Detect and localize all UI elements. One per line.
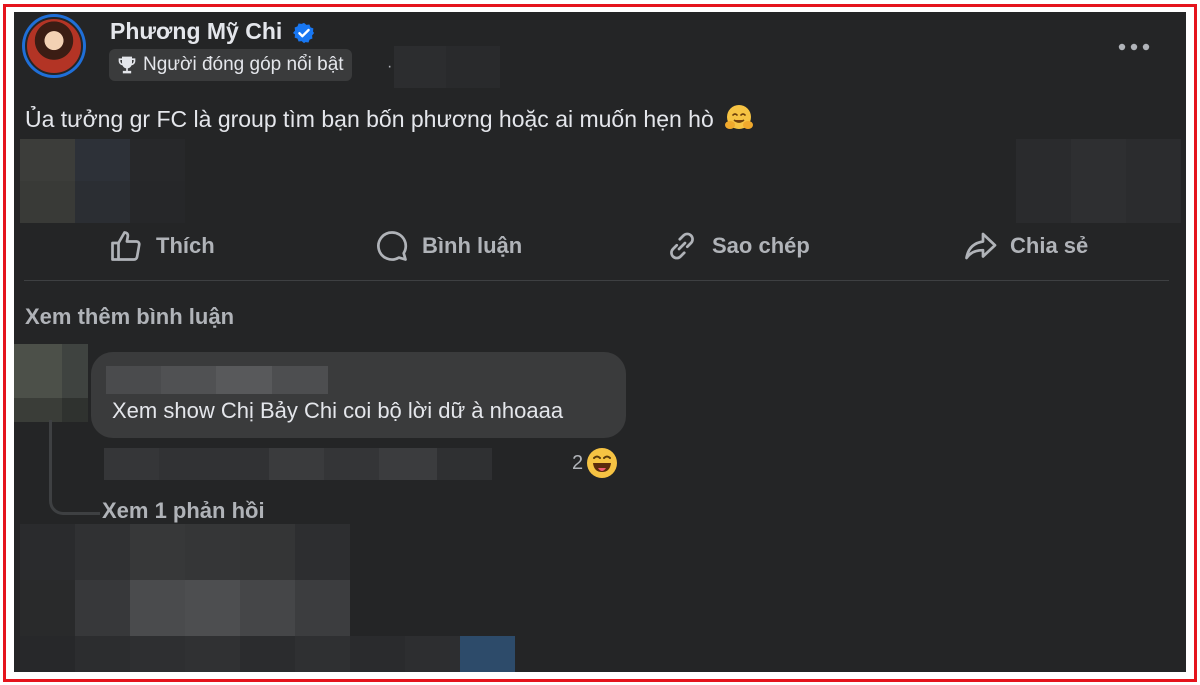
grinning-tongue-emoji xyxy=(587,448,618,478)
copy-link-button[interactable]: Sao chép xyxy=(664,226,810,266)
comment-button[interactable]: Bình luận xyxy=(374,226,522,266)
share-label: Chia sẻ xyxy=(1010,233,1089,258)
comment-bubble: Xem show Chị Bảy Chi coi bộ lời dữ à nho… xyxy=(91,352,626,438)
author-name[interactable]: Phương Mỹ Chi xyxy=(110,18,282,45)
comment-icon xyxy=(377,231,408,261)
badge-label: Người đóng góp nổi bật xyxy=(143,54,344,75)
censored-comment-meta xyxy=(104,448,492,480)
post-text-content: Ủa tưởng gr FC là group tìm bạn bốn phươ… xyxy=(25,106,714,132)
comment-label: Bình luận xyxy=(422,233,523,258)
censored-timestamp xyxy=(394,46,500,88)
author-avatar[interactable] xyxy=(22,14,86,78)
censored-reactions-right xyxy=(1016,139,1181,223)
copy-link-icon xyxy=(670,232,694,260)
meta-separator: · xyxy=(387,58,393,75)
view-more-comments-link[interactable]: Xem thêm bình luận xyxy=(25,304,234,330)
verified-icon xyxy=(293,22,315,44)
like-icon xyxy=(111,231,141,261)
comment-reaction[interactable]: 2 xyxy=(572,446,619,480)
like-label: Thích xyxy=(156,233,215,258)
more-icon xyxy=(1118,43,1150,51)
hugging-face-emoji xyxy=(725,105,754,129)
post-text: Ủa tưởng gr FC là group tìm bạn bốn phươ… xyxy=(25,103,754,133)
reply-thread-line xyxy=(49,420,100,515)
like-button[interactable]: Thích xyxy=(108,226,215,266)
trophy-icon xyxy=(118,56,136,74)
reaction-count: 2 xyxy=(572,451,584,474)
censored-reactions-left xyxy=(20,139,185,223)
facebook-post: Phương Mỹ Chi Người đóng góp nổi bật · Ủ… xyxy=(14,12,1186,672)
commenter-avatar[interactable] xyxy=(14,344,88,422)
top-contributor-badge[interactable]: Người đóng góp nổi bật xyxy=(109,49,352,81)
share-button[interactable]: Chia sẻ xyxy=(962,226,1088,266)
view-replies-link[interactable]: Xem 1 phản hồi xyxy=(102,498,265,524)
comment-text: Xem show Chị Bảy Chi coi bộ lời dữ à nho… xyxy=(112,398,564,423)
share-icon xyxy=(965,232,997,260)
censored-reply-area xyxy=(20,524,520,672)
censored-commenter-name[interactable] xyxy=(106,366,328,394)
actions-divider xyxy=(24,280,1169,281)
more-options-button[interactable] xyxy=(1112,32,1156,62)
avatar-image xyxy=(25,17,83,75)
copy-link-label: Sao chép xyxy=(712,233,810,258)
